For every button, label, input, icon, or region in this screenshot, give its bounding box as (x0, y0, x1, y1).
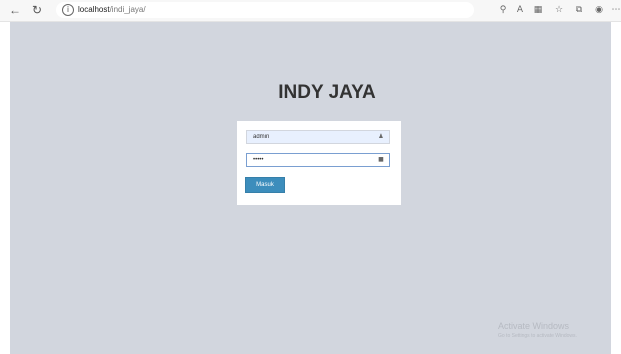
url-text[interactable]: localhost/indi_jaya/ (78, 4, 146, 16)
favorites-icon[interactable]: ☆ (553, 4, 565, 16)
watermark-title: Activate Windows (498, 321, 570, 331)
activate-windows-watermark: Activate Windows Go to Settings to activ… (498, 321, 577, 340)
user-icon: ♟ (378, 133, 384, 140)
back-arrow-icon[interactable]: ← (8, 3, 22, 17)
page-title: INDY JAYA (278, 82, 376, 103)
url-host: localhost (78, 5, 110, 14)
watermark-subtitle: Go to Settings to activate Windows. (498, 333, 577, 339)
refresh-icon[interactable]: ↻ (30, 3, 44, 17)
login-box: ♟ ■ Masuk (237, 121, 401, 205)
extensions-icon[interactable]: ▦ (532, 4, 544, 16)
info-icon[interactable]: i (62, 4, 74, 16)
read-aloud-icon[interactable]: ⚲ (497, 4, 509, 16)
translate-icon[interactable]: A (514, 4, 526, 16)
lock-icon: ■ (378, 156, 384, 163)
profile-icon[interactable]: ◉ (593, 4, 605, 16)
address-bar[interactable]: i localhost/indi_jaya/ (56, 2, 474, 18)
password-field[interactable]: ■ (246, 153, 390, 167)
more-icon[interactable]: ⋯ (610, 4, 621, 16)
username-field[interactable]: ♟ (246, 130, 390, 144)
collections-icon[interactable]: ⧉ (573, 4, 585, 16)
browser-toolbar: ← ↻ i localhost/indi_jaya/ ⚲ A ▦ ☆ ⧉ ◉ ⋯ (0, 0, 621, 22)
url-path: /indi_jaya/ (109, 5, 146, 14)
password-input[interactable] (247, 154, 377, 166)
username-input[interactable] (247, 131, 377, 143)
page-content: INDY JAYA ♟ ■ Masuk Activate Windows Go … (10, 22, 611, 354)
masuk-button[interactable]: Masuk (245, 177, 285, 193)
